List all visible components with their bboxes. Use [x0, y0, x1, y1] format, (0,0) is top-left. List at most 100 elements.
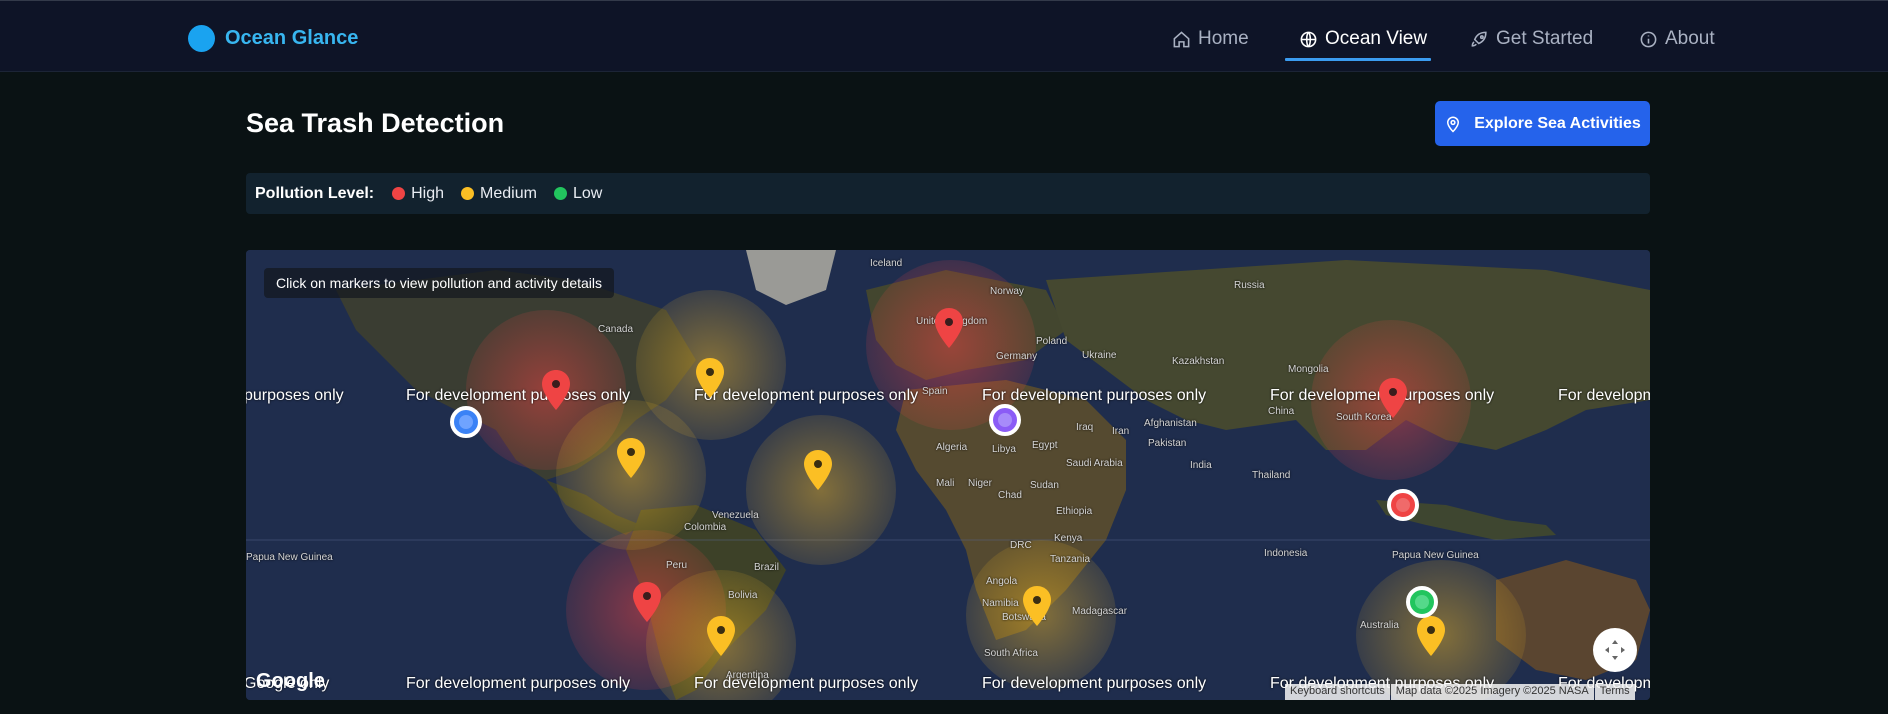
geo-label: Algeria — [936, 442, 968, 453]
geo-label: Mali — [936, 478, 955, 489]
geo-label: Papua New Guinea — [246, 552, 333, 563]
info-icon — [1640, 31, 1657, 47]
geo-label: Niger — [968, 478, 992, 489]
geo-label: Namibia — [982, 598, 1019, 609]
geo-label: Saudi Arabia — [1066, 458, 1123, 469]
geo-label: Norway — [990, 286, 1024, 297]
page-title: Sea Trash Detection — [246, 108, 505, 138]
nav-item-label: About — [1665, 28, 1715, 49]
medium-pollution-marker[interactable] — [1023, 586, 1051, 626]
low-dot-icon — [553, 187, 567, 200]
geo-label: Ukraine — [1082, 350, 1117, 361]
geo-label: India — [1190, 460, 1212, 471]
nav-item-label: Get Started — [1496, 28, 1594, 49]
marker-core — [998, 413, 1012, 427]
medium-pollution-marker[interactable] — [804, 450, 832, 490]
nav-item-get-started[interactable]: Get Started — [1470, 25, 1593, 53]
activity-marker-blue[interactable] — [450, 406, 482, 438]
dev-watermark: For developm — [1558, 387, 1650, 404]
geo-label: Papua New Guinea — [1392, 550, 1479, 561]
map-pin-icon — [1447, 116, 1460, 133]
geo-label: Canada — [598, 324, 634, 335]
high-pollution-marker[interactable] — [633, 582, 661, 622]
map-attribution: Keyboard shortcuts Map data ©2025 Imager… — [1284, 684, 1635, 700]
high-pollution-marker[interactable] — [1379, 378, 1407, 418]
geo-label: Germany — [996, 351, 1038, 362]
nav-item-about[interactable]: About — [1639, 25, 1715, 53]
legend-item-medium: Medium — [461, 185, 537, 203]
brand[interactable]: Ocean Glance — [188, 25, 358, 52]
dev-watermark: For development purposes only — [982, 387, 1207, 404]
legend-item-low: Low — [553, 184, 603, 203]
geo-label: Kenya — [1054, 533, 1083, 544]
nav-item-ocean-view[interactable]: Ocean View — [1299, 25, 1427, 53]
medium-pollution-marker[interactable] — [707, 616, 735, 656]
map-hint: Click on markers to view pollution and a… — [264, 268, 615, 298]
rocket-icon — [1471, 31, 1487, 47]
geo-label: Chad — [998, 490, 1022, 501]
geo-label: Iceland — [870, 258, 903, 269]
geo-label: Australia — [1360, 620, 1399, 631]
geo-label: Russia — [1234, 280, 1265, 291]
dev-watermark: For development purposes only — [982, 675, 1207, 692]
geo-label: Brazil — [754, 562, 780, 573]
brand-name: Ocean Glance — [225, 27, 359, 49]
terms-link[interactable]: Terms — [1594, 684, 1635, 700]
dev-watermark: For development purposes only — [694, 675, 919, 692]
pollution-legend: Pollution Level: High Medium Low — [246, 173, 1650, 214]
map-data-text: Map data ©2025 Imagery ©2025 NASA — [1390, 684, 1594, 700]
geo-label: Poland — [1036, 336, 1068, 347]
geo-label: Tanzania — [1050, 554, 1091, 565]
home-icon — [1173, 30, 1190, 47]
geo-label: Colombia — [684, 522, 727, 533]
high-pollution-marker[interactable] — [542, 370, 570, 410]
geo-label: China — [1268, 406, 1295, 417]
explore-sea-activities-button[interactable]: Explore Sea Activities — [1435, 101, 1650, 146]
geo-label: Kazakhstan — [1172, 356, 1225, 367]
activity-marker-red[interactable] — [1387, 489, 1419, 521]
marker-core — [1415, 595, 1429, 609]
legend-label: Medium — [480, 184, 537, 202]
dev-watermark: purposes only — [246, 387, 344, 404]
legend-item-high: High — [392, 185, 444, 203]
pollution-map[interactable]: Iceland Canada Russia Norway United King… — [246, 250, 1650, 700]
geo-label: Indonesia — [1264, 548, 1308, 559]
legend-label: Low — [572, 184, 603, 202]
activity-marker-green[interactable] — [1406, 586, 1438, 618]
high-dot-icon — [392, 187, 406, 200]
pan-arrows-icon — [1605, 640, 1625, 660]
geo-label: Madagascar — [1072, 606, 1128, 617]
geo-label: Venezuela — [712, 510, 759, 521]
medium-pollution-marker[interactable] — [617, 438, 645, 478]
dev-watermark: For development purposes only — [694, 387, 919, 404]
heat-zone-medium — [746, 415, 896, 565]
geo-label: Thailand — [1252, 470, 1291, 481]
keyboard-shortcuts-link[interactable]: Keyboard shortcuts — [1285, 684, 1390, 700]
brand-logo-icon — [188, 25, 215, 52]
geo-label: Angola — [986, 576, 1018, 587]
geo-label: Iran — [1112, 426, 1130, 437]
nav-item-label: Home — [1198, 28, 1249, 49]
globe-icon — [1300, 31, 1317, 47]
marker-core — [1396, 498, 1410, 512]
google-logo: Google — [256, 670, 325, 692]
geo-label: Peru — [666, 560, 688, 571]
nav-item-home[interactable]: Home — [1172, 25, 1249, 53]
geo-label: South Africa — [984, 648, 1038, 659]
map-camera-control[interactable] — [1593, 628, 1637, 672]
geo-label: Pakistan — [1148, 438, 1187, 449]
activity-marker-purple[interactable] — [989, 404, 1021, 436]
geo-label: DRC — [1010, 540, 1032, 551]
legend-label: High — [411, 184, 445, 202]
high-pollution-marker[interactable] — [935, 308, 963, 348]
geo-label: Afghanistan — [1144, 418, 1197, 429]
medium-pollution-marker[interactable] — [1417, 616, 1445, 656]
geo-label: Mongolia — [1288, 364, 1329, 375]
geo-label: Spain — [922, 386, 948, 397]
medium-pollution-marker[interactable] — [696, 358, 724, 398]
active-tab-indicator — [1285, 58, 1431, 61]
geo-label: Sudan — [1030, 480, 1059, 491]
medium-dot-icon — [461, 187, 475, 200]
top-navbar: Ocean Glance Home Ocean View Get Started… — [0, 0, 1888, 72]
explore-button-label: Explore Sea Activities — [1474, 114, 1641, 132]
